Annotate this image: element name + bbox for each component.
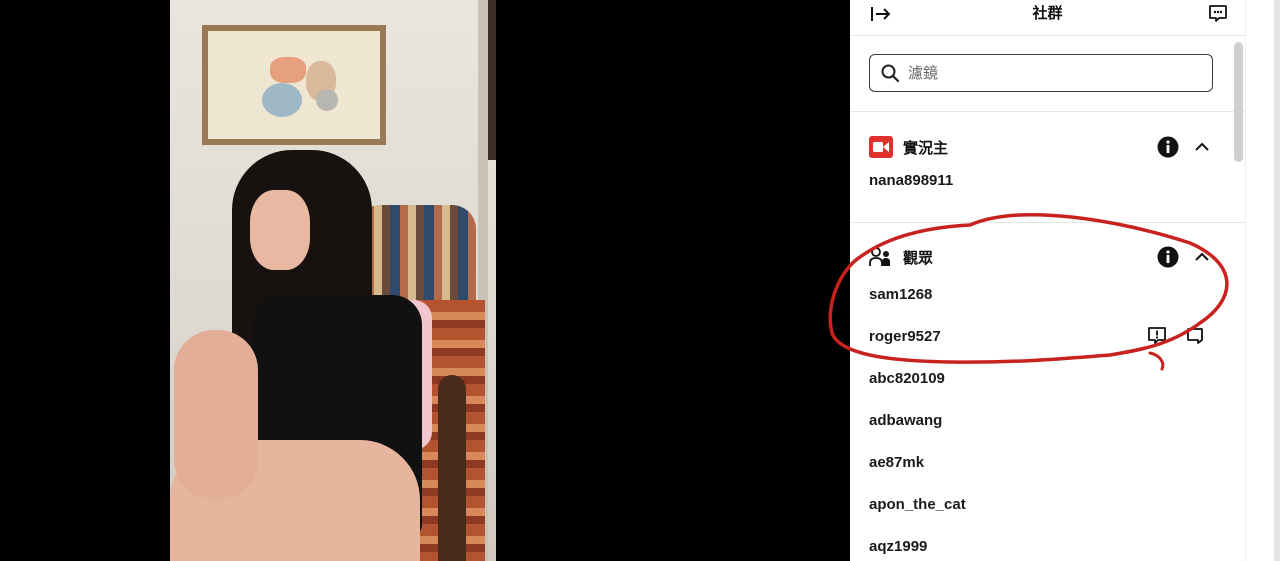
- arrow-right-bar-icon: [871, 6, 891, 21]
- broadcaster-user[interactable]: nana898911: [850, 162, 1245, 202]
- chat-button[interactable]: [1205, 1, 1231, 27]
- filter-box[interactable]: [869, 54, 1213, 92]
- filter-area: [850, 36, 1245, 112]
- viewers-section-header: 觀眾: [850, 242, 1245, 272]
- broadcaster-section-header: 實況主: [850, 132, 1245, 162]
- info-icon[interactable]: [1157, 136, 1179, 158]
- collapse-panel-button[interactable]: [868, 1, 894, 27]
- stream-video-frame: [170, 0, 496, 561]
- viewer-item[interactable]: abc820109: [850, 358, 1245, 400]
- people-icon: [869, 247, 890, 266]
- search-icon: [881, 64, 900, 83]
- panel-header: 社群: [850, 0, 1245, 36]
- video-player[interactable]: [0, 0, 850, 561]
- broadcaster-section-label: 實況主: [903, 139, 949, 157]
- info-icon[interactable]: [1157, 246, 1179, 268]
- whisper-bubble-icon[interactable]: [1185, 326, 1205, 346]
- chair-arm: [438, 375, 466, 561]
- viewer-item[interactable]: adbawang: [850, 400, 1245, 442]
- streamer-arm: [174, 330, 258, 500]
- viewers-section-label: 觀眾: [903, 249, 934, 267]
- panel-title: 社群: [1032, 5, 1063, 22]
- filter-input[interactable]: [908, 64, 1202, 82]
- viewer-item-hovered[interactable]: roger9527: [850, 316, 1245, 358]
- viewer-name: roger9527: [869, 328, 941, 345]
- wall-edge: [488, 0, 496, 160]
- scrollbar-thumb[interactable]: [1234, 42, 1243, 162]
- viewer-item[interactable]: sam1268: [850, 274, 1245, 316]
- viewer-item[interactable]: apon_the_cat: [850, 484, 1245, 526]
- viewer-item[interactable]: ae87mk: [850, 442, 1245, 484]
- viewers-list: sam1268 roger9527 abc820109 adbawang ae8…: [850, 274, 1245, 561]
- report-bubble-icon[interactable]: [1147, 326, 1167, 346]
- window-edge: [1274, 0, 1280, 561]
- video-camera-icon: [869, 136, 893, 158]
- chat-bubble-icon: [1209, 4, 1227, 22]
- viewer-actions: [1147, 326, 1205, 346]
- viewer-item[interactable]: aqz1999: [850, 526, 1245, 561]
- streamer-face: [250, 190, 310, 270]
- app-window: 社群 實: [0, 0, 1280, 561]
- wall-painting: [202, 25, 386, 145]
- chevron-up-icon[interactable]: [1191, 246, 1213, 268]
- chevron-up-icon[interactable]: [1191, 136, 1213, 158]
- social-panel: 社群 實: [850, 0, 1245, 561]
